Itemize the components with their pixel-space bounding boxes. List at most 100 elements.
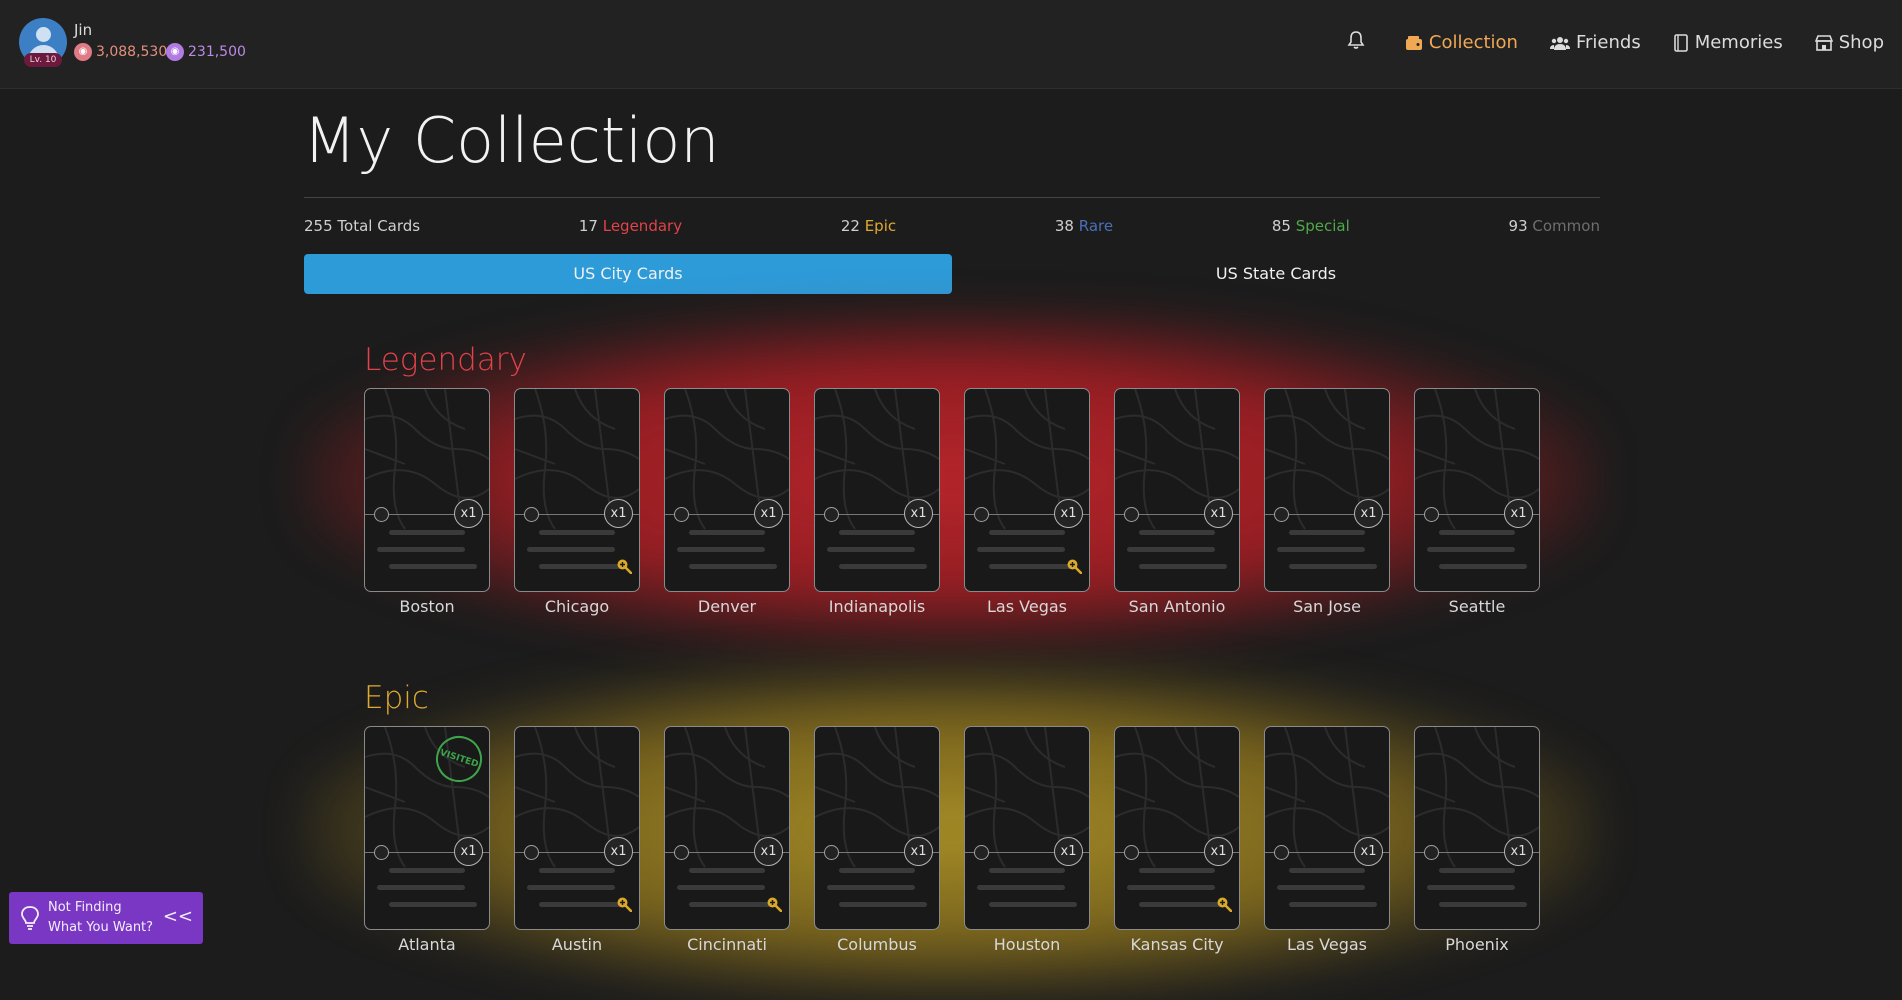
tab-us-state-cards[interactable]: US State Cards	[952, 254, 1600, 294]
nav-label: Collection	[1428, 32, 1518, 53]
city-card[interactable]: x1 Las Vegas	[964, 388, 1090, 616]
card-name: Houston	[993, 935, 1061, 954]
stat-common: 93 Common	[1508, 217, 1600, 235]
city-card[interactable]: x1 Columbus	[814, 726, 940, 954]
card-name: Chicago	[544, 597, 610, 616]
card-row: x1 VISITED Atlanta x1 Austin x1 Cincinnati x1 Co…	[364, 726, 1540, 954]
map-pattern-icon	[665, 389, 789, 530]
bell-icon[interactable]	[1347, 30, 1365, 55]
card-face[interactable]: x1	[964, 388, 1090, 592]
help-text: Not Finding What You Want?	[48, 900, 154, 935]
card-count-badge: x1	[1054, 499, 1083, 528]
city-card[interactable]: x1 Cincinnati	[664, 726, 790, 954]
store-icon	[1814, 34, 1833, 51]
card-name: San Antonio	[1128, 597, 1226, 616]
card-face[interactable]: x1 VISITED	[364, 726, 490, 930]
stat-special: 85 Special	[1271, 217, 1350, 235]
zoom-icon[interactable]	[616, 896, 632, 912]
card-face[interactable]: x1	[1114, 388, 1240, 592]
nav-memories[interactable]: Memories	[1673, 32, 1783, 53]
nav-shop[interactable]: Shop	[1814, 32, 1884, 53]
card-name: San Jose	[1293, 597, 1361, 616]
map-pattern-icon	[1265, 389, 1389, 530]
card-dot-icon	[1424, 507, 1439, 522]
card-count-badge: x1	[1504, 837, 1533, 866]
card-face[interactable]: x1	[814, 388, 940, 592]
zoom-icon[interactable]	[1216, 896, 1232, 912]
map-pattern-icon	[365, 389, 489, 530]
city-card[interactable]: x1 Kansas City	[1114, 726, 1240, 954]
card-count-badge: x1	[1204, 837, 1233, 866]
card-count-badge: x1	[604, 837, 633, 866]
stats-row: 255 Total Cards 17 Legendary 22 Epic 38 …	[304, 217, 1600, 235]
card-face[interactable]: x1	[1264, 388, 1390, 592]
city-card[interactable]: x1 San Jose	[1264, 388, 1390, 616]
card-count-badge: x1	[1504, 499, 1533, 528]
city-card[interactable]: x1 Phoenix	[1414, 726, 1540, 954]
city-card[interactable]: x1 Houston	[964, 726, 1090, 954]
card-face[interactable]: x1	[664, 726, 790, 930]
card-name: Las Vegas	[1287, 935, 1367, 954]
section-title: Epic	[364, 680, 429, 716]
card-dot-icon	[374, 507, 389, 522]
map-pattern-icon	[1415, 727, 1539, 868]
city-card[interactable]: x1 Chicago	[514, 388, 640, 616]
city-card[interactable]: x1 Austin	[514, 726, 640, 954]
nav-label: Friends	[1575, 32, 1641, 53]
city-card[interactable]: x1 VISITED Atlanta	[364, 726, 490, 954]
card-count-badge: x1	[454, 837, 483, 866]
card-name: Cincinnati	[687, 935, 767, 954]
card-face[interactable]: x1	[514, 388, 640, 592]
card-face[interactable]: x1	[964, 726, 1090, 930]
card-face[interactable]: x1	[664, 388, 790, 592]
gem-icon: ◉	[166, 43, 184, 61]
city-card[interactable]: x1 San Antonio	[1114, 388, 1240, 616]
city-card[interactable]: x1 Indianapolis	[814, 388, 940, 616]
card-count-badge: x1	[1354, 499, 1383, 528]
level-badge: Lv. 10	[24, 53, 62, 67]
card-dot-icon	[524, 845, 539, 860]
card-dot-icon	[674, 845, 689, 860]
card-count-badge: x1	[754, 499, 783, 528]
card-name: Indianapolis	[828, 597, 926, 616]
card-face[interactable]: x1	[364, 388, 490, 592]
stat-legendary: 17 Legendary	[578, 217, 683, 235]
collapse-toggle[interactable]: <<	[163, 906, 193, 927]
card-dot-icon	[1124, 845, 1139, 860]
card-face[interactable]: x1	[814, 726, 940, 930]
nav-label: Shop	[1838, 32, 1884, 53]
lightbulb-icon	[21, 906, 39, 930]
map-pattern-icon	[965, 727, 1089, 868]
city-card[interactable]: x1 Seattle	[1414, 388, 1540, 616]
card-face[interactable]: x1	[1414, 388, 1540, 592]
card-face[interactable]: x1	[514, 726, 640, 930]
zoom-icon[interactable]	[616, 558, 632, 574]
tab-us-city-cards[interactable]: US City Cards	[304, 254, 952, 294]
card-name: Columbus	[837, 935, 917, 954]
zoom-icon[interactable]	[1066, 558, 1082, 574]
card-face[interactable]: x1	[1264, 726, 1390, 930]
card-name: Atlanta	[398, 935, 456, 954]
main-nav: Collection Friends Memories Shop	[1347, 30, 1884, 55]
stat-rare: 38 Rare	[1054, 217, 1114, 235]
city-card[interactable]: x1 Boston	[364, 388, 490, 616]
card-row: x1 Boston x1 Chicago x1 Denver x1 Indianapolis x…	[364, 388, 1540, 616]
nav-collection[interactable]: Collection	[1405, 32, 1518, 53]
wallet-icon	[1405, 35, 1422, 50]
card-count-badge: x1	[904, 837, 933, 866]
nav-friends[interactable]: Friends	[1549, 32, 1641, 53]
card-type-tabs: US City Cards US State Cards	[304, 254, 1600, 294]
city-card[interactable]: x1 Denver	[664, 388, 790, 616]
card-face[interactable]: x1	[1114, 726, 1240, 930]
map-pattern-icon	[1265, 727, 1389, 868]
card-dot-icon	[1124, 507, 1139, 522]
card-dot-icon	[974, 845, 989, 860]
users-icon	[1549, 36, 1570, 50]
card-count-badge: x1	[754, 837, 783, 866]
zoom-icon[interactable]	[766, 896, 782, 912]
not-finding-help-button[interactable]: Not Finding What You Want? <<	[9, 892, 203, 944]
username[interactable]: Jin	[74, 21, 92, 39]
card-dot-icon	[1274, 845, 1289, 860]
city-card[interactable]: x1 Las Vegas	[1264, 726, 1390, 954]
card-face[interactable]: x1	[1414, 726, 1540, 930]
